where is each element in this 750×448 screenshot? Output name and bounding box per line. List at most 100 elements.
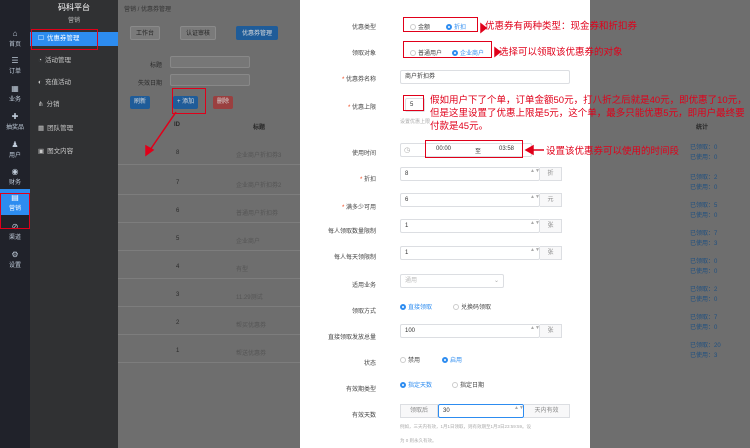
- row-title: 企业商户折扣券2: [236, 183, 282, 189]
- delete-button[interactable]: 删除: [213, 96, 234, 109]
- row-divider: [118, 250, 300, 251]
- tab-workbench[interactable]: 工作台: [130, 26, 161, 40]
- home-icon: ⌂: [12, 29, 18, 38]
- row-id: 7: [176, 180, 180, 186]
- row-stat-received: 已领取：5: [690, 203, 718, 209]
- per-day-label-text: 每人每天领限制: [333, 255, 376, 261]
- sub-item-icon-1: ◔: [38, 57, 42, 64]
- validity-days-radio[interactable]: 指定天数: [400, 380, 432, 389]
- per-user-input[interactable]: 1: [400, 219, 540, 233]
- per-user-label: 每人领取数量限制: [328, 226, 376, 235]
- row-stat-used: 已使用：0: [690, 185, 718, 191]
- status-label-text: 状态: [363, 361, 376, 367]
- per-day-input[interactable]: 1: [400, 246, 540, 260]
- sub-item-label-5: 图文内容: [47, 148, 74, 155]
- method-label-text: 领取方式: [351, 309, 376, 315]
- min-input[interactable]: 6: [400, 193, 540, 207]
- status-on-radio-label: 启用: [450, 358, 463, 364]
- days-stepper[interactable]: ▲▼: [514, 406, 524, 416]
- discount-input-stepper[interactable]: ▲▼: [530, 169, 540, 179]
- business-icon: ▦: [11, 84, 19, 93]
- per-day-input-stepper[interactable]: ▲▼: [530, 248, 540, 258]
- filter-title-input[interactable]: [170, 56, 250, 68]
- tab-audit[interactable]: 认证审核: [180, 26, 217, 40]
- discount-input[interactable]: 8: [400, 167, 540, 181]
- refresh-button[interactable]: 刷新: [130, 96, 151, 109]
- row-stat-used: 已使用：0: [690, 155, 718, 161]
- type-label: 优惠类型: [352, 22, 376, 31]
- method-direct-radio-label: 直接领取: [408, 305, 433, 311]
- clock-icon: ◷: [404, 147, 411, 154]
- days-input[interactable]: 30: [438, 404, 524, 418]
- status-on-radio-dot: [442, 357, 448, 363]
- days-label: 有效天数: [352, 410, 376, 419]
- cap-label-text: 优惠上限: [351, 105, 376, 111]
- nav-label-3: 抽奖品: [5, 125, 24, 131]
- section-title: 营销: [67, 18, 80, 24]
- validity-date-radio-label: 指定日期: [460, 383, 485, 389]
- per-day-input-unit: 张: [540, 246, 562, 260]
- coupon-name-input[interactable]: 商户折扣券: [400, 70, 570, 84]
- method-code-radio[interactable]: 兑换码领取: [453, 302, 491, 311]
- row-stat-used: 已使用：0: [690, 325, 718, 331]
- discount-label-text: 折扣: [363, 177, 376, 183]
- validity-date-radio-dot: [452, 382, 458, 388]
- name-label: * 优惠券名称: [342, 74, 376, 83]
- settings-icon: ⚙: [11, 250, 19, 259]
- min-label: * 满多少可用: [342, 202, 376, 211]
- row-divider: [118, 278, 300, 279]
- row-title: 普通用户折扣券: [236, 211, 279, 217]
- nav-item-4[interactable]: ♟ 用户: [0, 136, 30, 162]
- sub-item-icon-3: ⋔: [38, 101, 44, 108]
- nav-item-0[interactable]: ⌂ 首页: [0, 25, 30, 51]
- discount-input-unit: 折: [540, 167, 562, 181]
- validity-label-text: 有效期类型: [345, 387, 376, 393]
- biz-label: 适用业务: [352, 280, 376, 289]
- sub-item-3[interactable]: ⋔ 分销: [30, 98, 118, 112]
- tab-coupon[interactable]: 优惠券管理: [236, 26, 279, 40]
- total-input-stepper[interactable]: ▲▼: [530, 326, 540, 336]
- validity-date-radio[interactable]: 指定日期: [452, 380, 484, 389]
- per-user-input-stepper[interactable]: ▲▼: [530, 221, 540, 231]
- sub-item-1[interactable]: ◔ 活动管理: [30, 54, 118, 68]
- nav-item-2[interactable]: ▦ 业务: [0, 80, 30, 106]
- nav-item-1[interactable]: ☰ 订单: [0, 52, 30, 78]
- sub-item-2[interactable]: ◐ 充值活动: [30, 76, 118, 90]
- total-input[interactable]: 100: [400, 324, 540, 338]
- row-id: 2: [176, 320, 180, 326]
- nav-item-3[interactable]: ✚ 抽奖品: [0, 108, 30, 134]
- days-hint: 例如，三天内有效，1月1日领取，则有效期至1月3日23:59:59。设: [400, 424, 532, 429]
- sub-item-icon-4: ▦: [38, 125, 45, 132]
- method-direct-radio-dot: [400, 304, 406, 310]
- row-title: 帮送优惠券: [236, 351, 267, 357]
- finance-icon: ◉: [11, 167, 19, 176]
- total-label-text: 直接领取发放总量: [327, 335, 376, 341]
- biz-select[interactable]: 通用: [400, 274, 504, 288]
- sub-item-4[interactable]: ▦ 团队管理: [30, 122, 118, 136]
- filter-date-input[interactable]: [170, 74, 250, 86]
- total-label: 直接领取发放总量: [328, 332, 376, 341]
- method-direct-radio[interactable]: 直接领取: [400, 302, 432, 311]
- sub-item-icon-5: ▣: [38, 148, 45, 155]
- time-label: 使用时间: [352, 148, 376, 157]
- status-on-radio[interactable]: 启用: [442, 355, 462, 364]
- nav-item-8[interactable]: ⚙ 设置: [0, 246, 30, 272]
- min-input-stepper[interactable]: ▲▼: [530, 195, 540, 205]
- row-stat-received: 已领取：20: [690, 343, 721, 349]
- row-stat-received: 已领取：0: [690, 259, 718, 265]
- status-off-radio[interactable]: 禁用: [400, 355, 420, 364]
- marker-box-time: [425, 140, 523, 158]
- row-stat-used: 已使用：0: [690, 269, 718, 275]
- nav-item-5[interactable]: ◉ 财务: [0, 163, 30, 189]
- row-id: 5: [176, 236, 180, 242]
- row-divider: [118, 222, 300, 223]
- status-off-radio-dot: [400, 357, 406, 363]
- cap-label: * 优惠上限: [348, 102, 376, 111]
- sub-item-5[interactable]: ▣ 图文内容: [30, 145, 118, 159]
- marker-box-coupon-mgmt: [31, 29, 98, 50]
- nav-label-7: 渠道: [8, 235, 21, 241]
- row-title: 11.29测试: [236, 295, 263, 301]
- status-off-radio-label: 禁用: [408, 358, 421, 364]
- row-divider: [118, 362, 300, 363]
- row-divider: [118, 334, 300, 335]
